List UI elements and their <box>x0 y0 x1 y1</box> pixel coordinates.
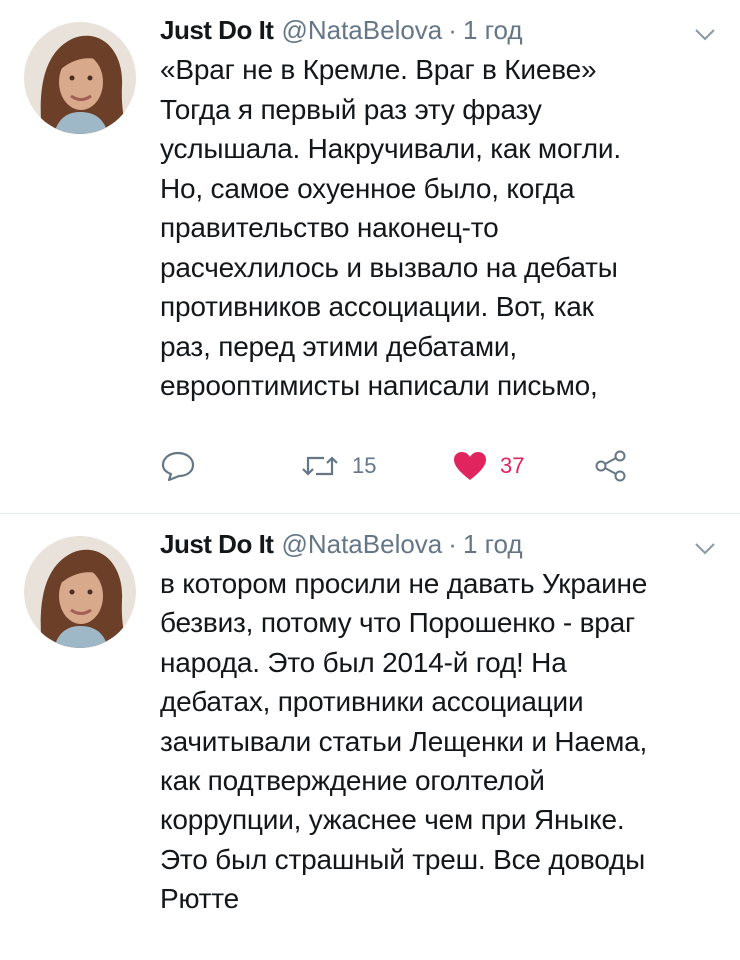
user-handle[interactable]: @NataBelova <box>281 15 442 45</box>
tweet-actions: 15 37 <box>160 446 680 486</box>
avatar[interactable] <box>24 536 136 648</box>
reply-button[interactable] <box>160 446 196 486</box>
avatar-column <box>0 0 160 513</box>
timestamp[interactable]: 1 год <box>463 529 523 559</box>
tweet-text: в котором просили не давать Украине безв… <box>160 568 648 915</box>
tweet-header: Just Do It @NataBelova · 1 год <box>160 10 716 50</box>
retweet-count: 15 <box>352 453 377 478</box>
heart-filled-icon <box>452 450 488 482</box>
tweet-header: Just Do It @NataBelova · 1 год <box>160 524 716 564</box>
chevron-down-icon[interactable] <box>694 542 716 556</box>
timestamp[interactable]: 1 год <box>463 15 523 45</box>
tweet-body: Just Do It @NataBelova · 1 год «Враг не в К… <box>160 0 740 513</box>
separator: · <box>448 15 457 45</box>
retweet-icon <box>300 452 340 480</box>
chevron-down-icon[interactable] <box>694 28 716 42</box>
tweet[interactable]: Just Do It @NataBelova · 1 год «Враг не в К… <box>0 0 740 513</box>
user-handle[interactable]: @NataBelova <box>281 529 442 559</box>
tweet-text: «Враг не в Кремле. Враг в Киеве» Тогда я… <box>160 54 621 401</box>
like-count: 37 <box>500 453 525 478</box>
display-name[interactable]: Just Do It <box>160 529 274 559</box>
display-name[interactable]: Just Do It <box>160 15 274 45</box>
avatar-column <box>0 514 160 960</box>
retweet-button[interactable]: 15 <box>300 446 376 486</box>
tweet[interactable]: Just Do It @NataBelova · 1 год в котором пр… <box>0 513 740 960</box>
reply-icon <box>160 450 196 482</box>
like-button[interactable]: 37 <box>452 446 524 486</box>
avatar[interactable] <box>24 22 136 134</box>
tweet-body: Just Do It @NataBelova · 1 год в котором пр… <box>160 514 740 960</box>
share-button[interactable] <box>594 446 628 486</box>
separator: · <box>448 529 457 559</box>
tweet-feed: Just Do It @NataBelova · 1 год «Враг не в К… <box>0 0 740 960</box>
share-icon <box>594 450 628 482</box>
